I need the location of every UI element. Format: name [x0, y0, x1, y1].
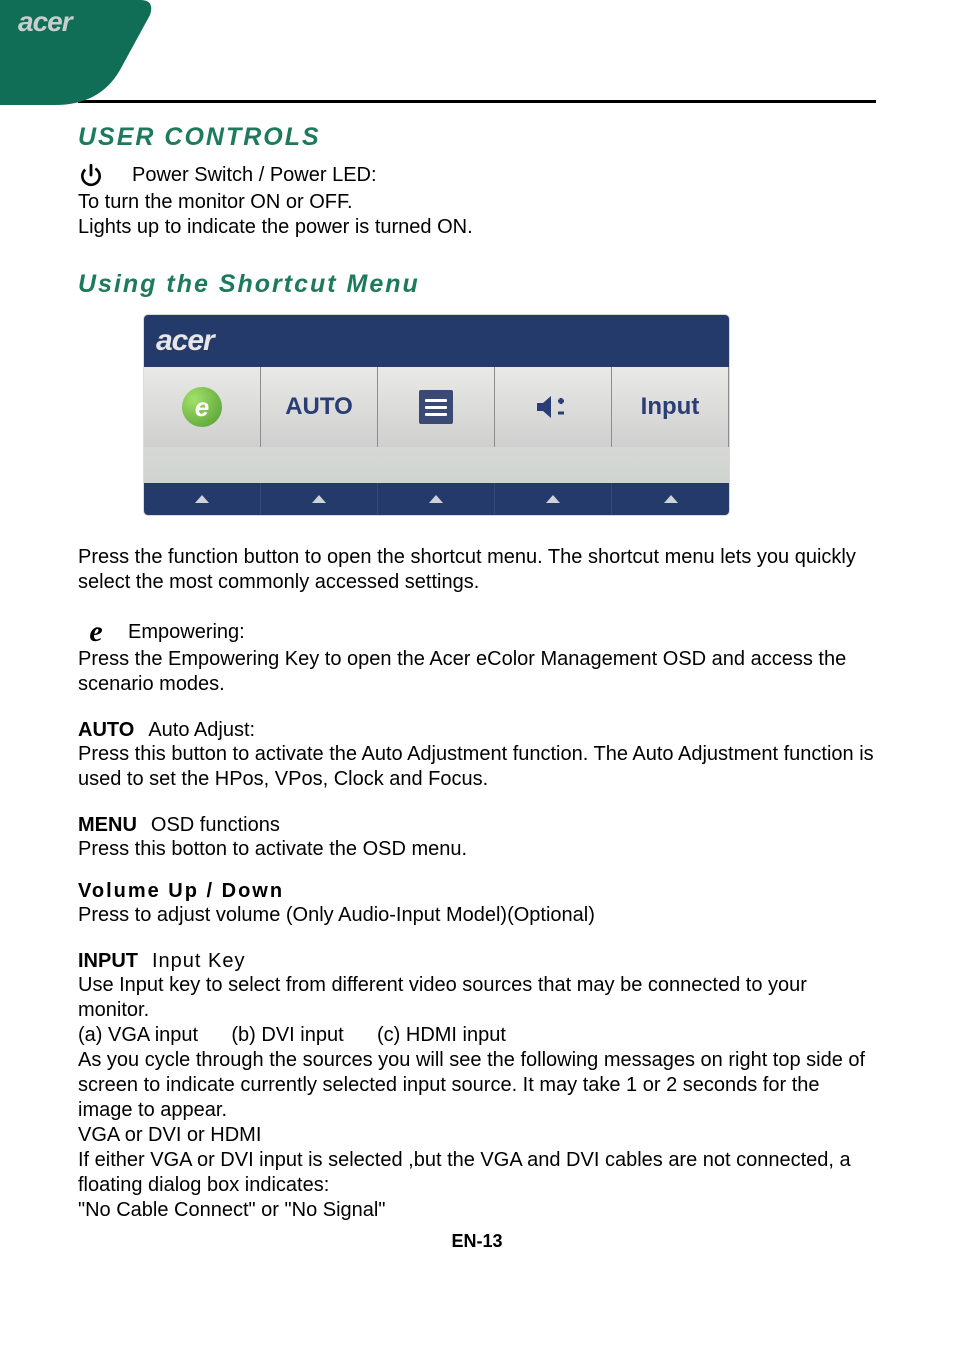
volume-title: Volume Up / Down [78, 880, 876, 903]
menu-title: OSD functions [151, 814, 280, 837]
osd-arrow-5 [612, 483, 729, 515]
auto-lead: AUTO [78, 719, 134, 742]
divider-top [78, 100, 876, 103]
menu-lead: MENU [78, 814, 137, 837]
input-body2: (a) VGA input (b) DVI input (c) HDMI inp… [78, 1023, 876, 1048]
shortcut-paragraph: Press the function button to open the sh… [78, 545, 876, 595]
section-title-shortcut: Using the Shortcut Menu [78, 270, 876, 299]
power-title: Power Switch / Power LED: [132, 163, 377, 188]
block-input: INPUT Input Key Use Input key to select … [78, 950, 876, 1223]
volume-icon [533, 392, 573, 422]
osd-cell-auto: AUTO [261, 367, 378, 447]
input-body5: If either VGA or DVI input is selected ,… [78, 1148, 876, 1198]
osd-spacer [144, 447, 729, 483]
power-line1: To turn the monitor ON or OFF. [78, 190, 876, 215]
block-menu: MENU OSD functions Press this botton to … [78, 814, 876, 862]
osd-cell-menu [378, 367, 495, 447]
power-line2: Lights up to indicate the power is turne… [78, 215, 876, 240]
osd-arrow-3 [378, 483, 495, 515]
input-title: Input Key [152, 950, 246, 973]
block-auto: AUTO Auto Adjust: Press this button to a… [78, 719, 876, 792]
empowering-title: Empowering: [128, 621, 245, 644]
input-body1: Use Input key to select from different v… [78, 973, 876, 1023]
block-empowering: e Empowering: Press the Empowering Key t… [78, 617, 876, 697]
input-body3: As you cycle through the sources you wil… [78, 1048, 876, 1123]
power-icon [78, 162, 104, 188]
menu-icon [419, 390, 453, 424]
auto-title: Auto Adjust: [148, 719, 255, 742]
brand-logo-corner: acer [18, 6, 72, 38]
osd-arrow-1 [144, 483, 261, 515]
input-body4: VGA or DVI or HDMI [78, 1123, 876, 1148]
osd-cell-input: Input [612, 367, 729, 447]
osd-cell-empowering: e [144, 367, 261, 447]
osd-button-row: e AUTO Input [144, 367, 729, 515]
osd-cell-volume [495, 367, 612, 447]
osd-arrow-2 [261, 483, 378, 515]
menu-body: Press this botton to activate the OSD me… [78, 837, 876, 862]
osd-header: acer [144, 315, 729, 367]
section-title-user-controls: USER CONTROLS [78, 123, 876, 152]
empowering-e-icon: e [78, 617, 114, 647]
input-lead: INPUT [78, 950, 138, 973]
empowering-icon: e [182, 387, 222, 427]
osd-arrow-4 [495, 483, 612, 515]
power-row: Power Switch / Power LED: [78, 162, 876, 188]
osd-brand-logo: acer [156, 324, 214, 358]
empowering-body: Press the Empowering Key to open the Ace… [78, 647, 876, 697]
auto-body: Press this button to activate the Auto A… [78, 742, 876, 792]
volume-body: Press to adjust volume (Only Audio-Input… [78, 903, 876, 928]
input-body6: "No Cable Connect" or "No Signal" [78, 1198, 876, 1223]
corner-flag: acer [0, 0, 160, 110]
page-number: EN-13 [78, 1231, 876, 1252]
osd-shortcut-menu: acer e AUTO Input [144, 315, 729, 515]
page-content: USER CONTROLS Power Switch / Power LED: … [0, 0, 954, 1292]
